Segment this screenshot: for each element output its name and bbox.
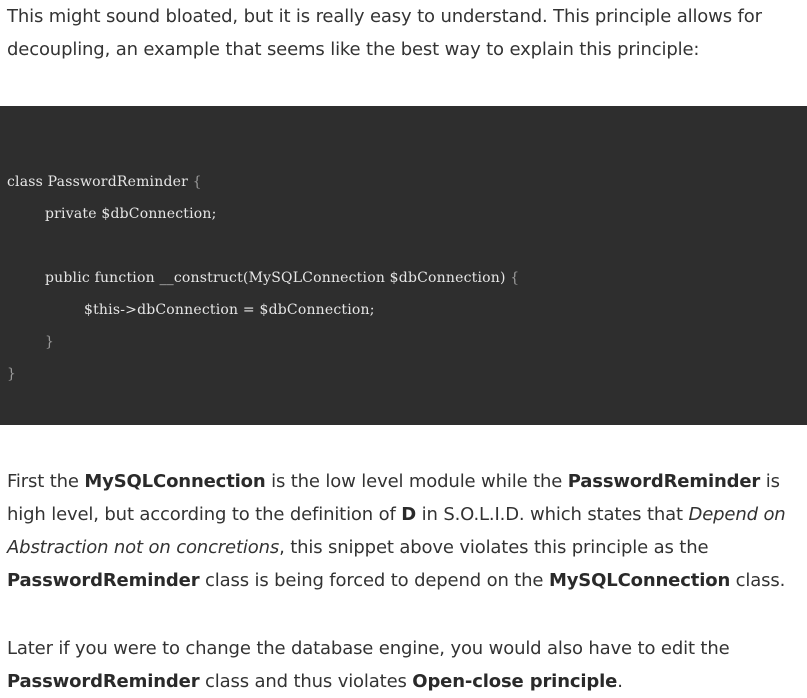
later-paragraph: Later if you were to change the database… [7,638,730,692]
term-mysqlconnection: MySQLConnection [84,471,266,492]
close-brace: } [7,366,17,382]
open-brace: { [510,270,520,286]
code-line: } [7,364,16,384]
code-line: class PasswordReminder { [7,174,202,190]
code-line: public function __construct(MySQLConnect… [45,270,520,286]
code-block: class PasswordReminder { private $dbConn… [0,106,807,425]
term-passwordreminder: PasswordReminder [7,570,200,591]
term-open-close-principle: Open-close principle [412,671,618,692]
code-line: } [45,332,54,352]
term-passwordreminder: PasswordReminder [567,471,761,492]
close-brace: } [45,334,55,350]
explanation-paragraph: First the MySQLConnection is the low lev… [7,471,786,591]
code-line: $this->dbConnection = $dbConnection; [84,302,375,318]
open-brace: { [192,174,202,190]
code-line: private $dbConnection; [45,206,217,222]
intro-paragraph: This might sound bloated, but it is real… [7,6,762,60]
term-passwordreminder: PasswordReminder [7,671,200,692]
term-mysqlconnection: MySQLConnection [548,570,731,591]
term-d: D [401,504,417,525]
